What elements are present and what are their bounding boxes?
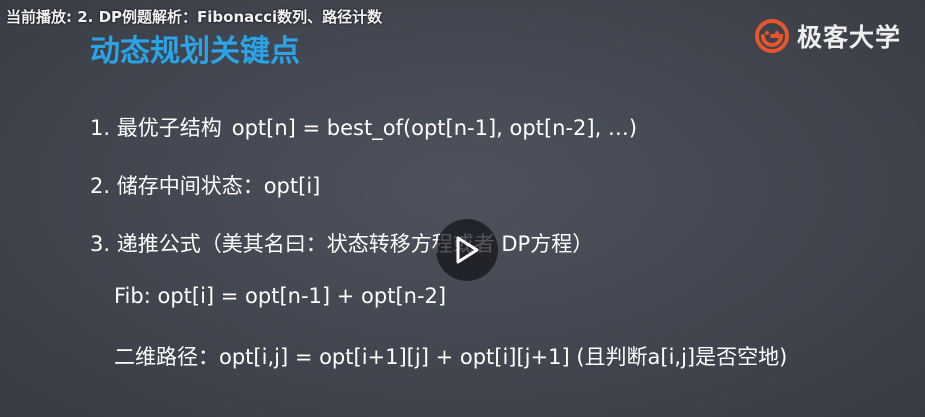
point-formula: opt[n] = best_of(opt[n-1], opt[n-2], …) <box>231 116 638 140</box>
slide-title: 动态规划关键点 <box>90 34 300 69</box>
point-optimal-substructure: 1. 最优子结构 opt[n] = best_of(opt[n-1], opt[n… <box>90 112 637 142</box>
play-button[interactable] <box>436 219 498 281</box>
video-player[interactable]: 当前播放: 2. DP例题解析：Fibonacci数列、路径计数 极客大学 动态… <box>0 0 925 417</box>
point-recurrence: 3. 递推公式（美其名曰：状态转移方程或者 DP方程） <box>90 232 594 256</box>
point-grid-path-formula: 二维路径：opt[i,j] = opt[i+1][j] + opt[i][j+1… <box>114 345 788 369</box>
point-store-state: 2. 储存中间状态：opt[i] <box>90 174 321 198</box>
brand-logo-group: 极客大学 <box>754 18 901 54</box>
brand-name: 极客大学 <box>796 23 901 52</box>
point-label: 1. 最优子结构 <box>90 116 222 140</box>
point-fib-formula: Fib: opt[i] = opt[n-1] + opt[n-2] <box>114 284 447 308</box>
geek-university-logo <box>754 19 789 53</box>
play-icon <box>456 236 479 264</box>
now-playing-title: 当前播放: 2. DP例题解析：Fibonacci数列、路径计数 <box>6 8 383 26</box>
